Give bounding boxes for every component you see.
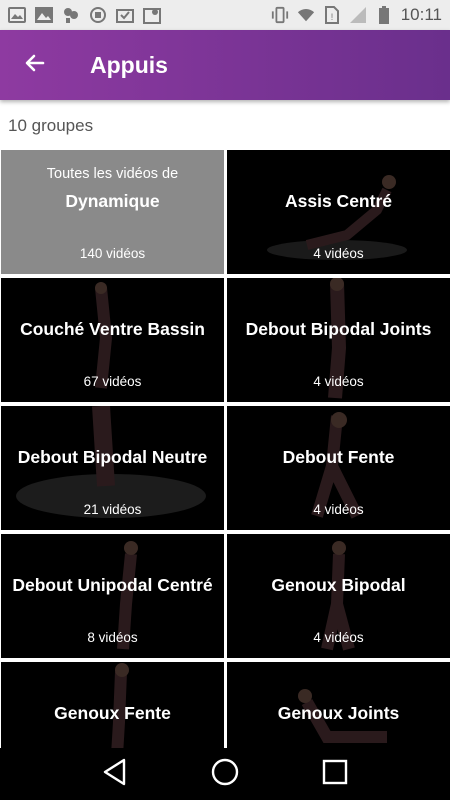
tile-count: 4 vidéos bbox=[313, 630, 364, 645]
tile-count: 21 vidéos bbox=[83, 502, 142, 517]
clock: 10:11 bbox=[400, 5, 442, 24]
tile-name: Debout Unipodal Centré bbox=[12, 575, 213, 595]
group-tile[interactable]: Debout Bipodal Joints 4 vidéos bbox=[227, 278, 450, 402]
sync-icon bbox=[89, 6, 107, 24]
group-tile[interactable]: Debout Fente 4 vidéos bbox=[227, 406, 450, 530]
app-icon bbox=[62, 6, 80, 24]
tile-count: 67 vidéos bbox=[83, 374, 142, 389]
inbox-check-icon bbox=[116, 6, 134, 24]
image-icon bbox=[8, 6, 26, 24]
battery-icon bbox=[375, 6, 393, 24]
tile-name: Debout Bipodal Neutre bbox=[17, 447, 208, 467]
tile-name: Dynamique bbox=[65, 191, 160, 211]
app-bar: Appuis bbox=[0, 30, 450, 100]
wifi-icon bbox=[297, 6, 315, 24]
back-triangle-icon bbox=[102, 758, 128, 791]
tile-count: 4 vidéos bbox=[313, 246, 364, 261]
group-tile[interactable]: Genoux Fente bbox=[1, 662, 224, 748]
tile-name: Debout Fente bbox=[282, 447, 395, 467]
system-indicators: ! 10:11 bbox=[271, 5, 442, 25]
status-bar: ! 10:11 bbox=[0, 0, 450, 30]
tile-name: Debout Bipodal Joints bbox=[245, 319, 432, 339]
gallery-icon bbox=[35, 6, 53, 24]
tile-name: Couché Ventre Bassin bbox=[20, 319, 205, 339]
group-tile[interactable]: Genoux Joints bbox=[227, 662, 450, 748]
tile-name: Genoux Joints bbox=[277, 703, 400, 723]
map-icon bbox=[143, 6, 161, 24]
group-tile[interactable]: Genoux Bipodal 4 vidéos bbox=[227, 534, 450, 658]
group-tile-all[interactable]: Toutes les vidéos de Dynamique 140 vidéo… bbox=[1, 150, 224, 274]
vibrate-icon bbox=[271, 6, 289, 24]
nav-home-button[interactable] bbox=[203, 752, 247, 796]
recents-square-icon bbox=[322, 759, 348, 790]
notification-icons bbox=[8, 6, 161, 24]
group-tile[interactable]: Couché Ventre Bassin 67 vidéos bbox=[1, 278, 224, 402]
system-nav-bar bbox=[0, 748, 450, 800]
tile-count: 8 vidéos bbox=[87, 630, 138, 645]
signal-icon bbox=[349, 6, 367, 24]
group-grid: Toutes les vidéos de Dynamique 140 vidéo… bbox=[0, 150, 450, 748]
no-sim-icon: ! bbox=[323, 6, 341, 24]
home-circle-icon bbox=[211, 758, 239, 791]
tile-name: Assis Centré bbox=[285, 191, 392, 211]
nav-recents-button[interactable] bbox=[313, 752, 357, 796]
tile-count: 4 vidéos bbox=[313, 502, 364, 517]
tile-count: 140 vidéos bbox=[79, 246, 146, 261]
group-count: 10 groupes bbox=[8, 116, 94, 135]
group-tile[interactable]: Debout Unipodal Centré 8 vidéos bbox=[1, 534, 224, 658]
tile-count: 4 vidéos bbox=[313, 374, 364, 389]
group-tile[interactable]: Debout Bipodal Neutre 21 vidéos bbox=[1, 406, 224, 530]
tile-prefix: Toutes les vidéos de bbox=[46, 166, 179, 182]
arrow-left-icon bbox=[23, 51, 47, 80]
nav-back-button[interactable] bbox=[93, 752, 137, 796]
group-tile[interactable]: Assis Centré 4 vidéos bbox=[227, 150, 450, 274]
back-button[interactable] bbox=[0, 30, 70, 100]
page-title: Appuis bbox=[90, 51, 168, 78]
tile-name: Genoux Bipodal bbox=[271, 575, 406, 595]
tile-name: Genoux Fente bbox=[54, 703, 171, 723]
svg-text:!: ! bbox=[330, 12, 333, 22]
